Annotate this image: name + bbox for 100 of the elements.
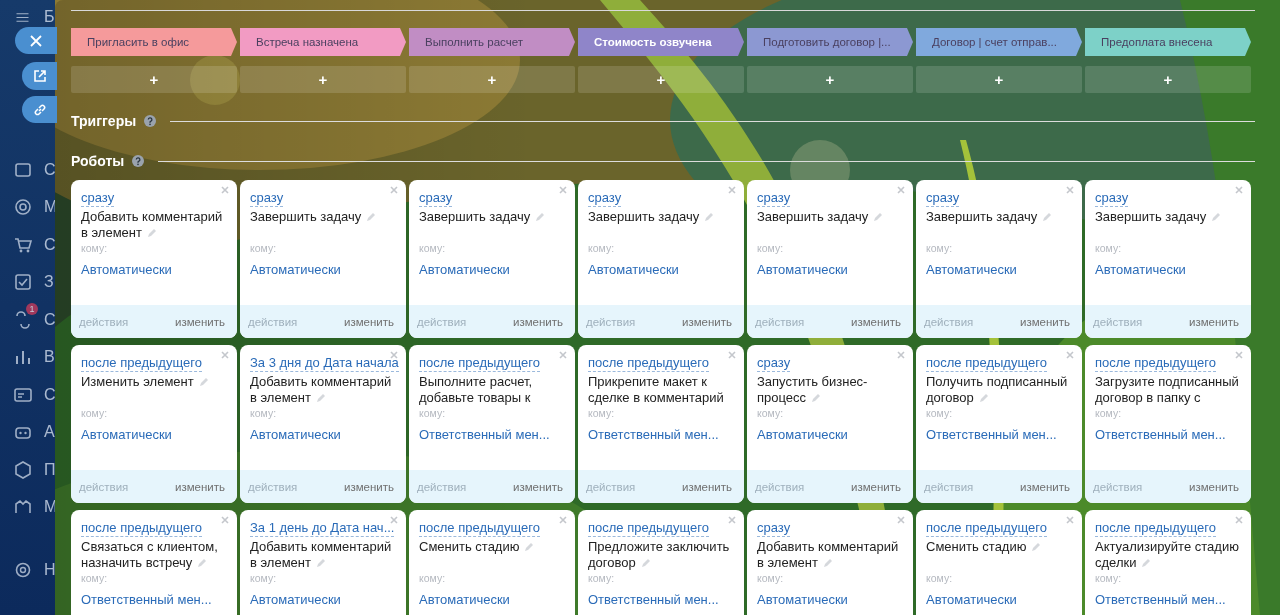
edit-link[interactable]: изменить bbox=[174, 480, 225, 493]
delay-link[interactable]: после предыдущего bbox=[81, 520, 202, 537]
copy-link-button[interactable] bbox=[22, 96, 57, 123]
help-icon[interactable] bbox=[144, 115, 157, 127]
close-button[interactable] bbox=[15, 27, 57, 54]
recipient-link[interactable]: Автоматически bbox=[250, 427, 341, 442]
delay-link[interactable]: сразу bbox=[757, 355, 791, 372]
close-icon[interactable] bbox=[1235, 351, 1243, 359]
delay-link[interactable]: после предыдущего bbox=[588, 355, 709, 372]
sidebar-label[interactable]: С bbox=[44, 310, 55, 329]
pencil-icon[interactable] bbox=[316, 393, 326, 403]
pencil-icon[interactable] bbox=[640, 558, 651, 568]
edit-link[interactable]: изменить bbox=[512, 315, 563, 328]
pencil-icon[interactable] bbox=[366, 212, 377, 222]
edit-link[interactable]: изменить bbox=[850, 480, 901, 493]
pencil-icon[interactable] bbox=[823, 558, 833, 568]
pencil-icon[interactable] bbox=[147, 228, 157, 238]
delay-link[interactable]: сразу bbox=[757, 520, 791, 537]
open-button[interactable] bbox=[22, 62, 57, 90]
checkbox-icon[interactable] bbox=[13, 272, 33, 293]
add-button[interactable]: + bbox=[1085, 66, 1251, 93]
help-icon[interactable] bbox=[132, 155, 145, 167]
recipient-link[interactable]: Автоматически bbox=[926, 592, 1017, 607]
delay-link[interactable]: сразу bbox=[757, 190, 791, 207]
recipient-link[interactable]: Автоматически bbox=[1095, 262, 1186, 277]
sidebar-label[interactable]: С bbox=[44, 235, 55, 254]
sidebar-label[interactable]: С bbox=[44, 385, 55, 404]
pencil-icon[interactable] bbox=[978, 393, 989, 403]
add-button[interactable]: + bbox=[578, 66, 744, 93]
close-icon[interactable] bbox=[390, 516, 398, 524]
delay-link[interactable]: после предыдущего bbox=[926, 355, 1047, 372]
delay-link[interactable]: За 1 день до Дата нач... bbox=[250, 520, 395, 537]
cube-icon[interactable] bbox=[13, 459, 33, 480]
close-icon[interactable] bbox=[1235, 516, 1243, 524]
stage-tab[interactable]: Выполнить расчет bbox=[409, 28, 575, 56]
sidebar-label[interactable]: Б bbox=[44, 8, 55, 26]
recipient-link[interactable]: Автоматически bbox=[419, 262, 510, 277]
delay-link[interactable]: после предыдущего bbox=[419, 520, 540, 537]
stage-tab[interactable]: Договор | счет отправ... bbox=[916, 28, 1082, 56]
recipient-link[interactable]: Автоматически bbox=[250, 592, 341, 607]
edit-link[interactable]: изменить bbox=[681, 315, 732, 328]
stage-tab[interactable]: Пригласить в офис bbox=[71, 28, 237, 56]
delay-link[interactable]: сразу bbox=[588, 190, 622, 207]
delay-link[interactable]: после предыдущего bbox=[1095, 520, 1216, 537]
pencil-icon[interactable] bbox=[535, 212, 546, 222]
close-icon[interactable] bbox=[728, 516, 736, 524]
close-icon[interactable] bbox=[1066, 351, 1074, 359]
edit-link[interactable]: изменить bbox=[1019, 480, 1070, 493]
edit-link[interactable]: изменить bbox=[512, 480, 563, 493]
pencil-icon[interactable] bbox=[873, 212, 884, 222]
add-button[interactable]: + bbox=[916, 66, 1082, 93]
recipient-link[interactable]: Автоматически bbox=[757, 592, 848, 607]
pencil-icon[interactable] bbox=[524, 542, 535, 552]
pencil-icon[interactable] bbox=[198, 377, 209, 387]
sidebar-label[interactable]: З bbox=[44, 273, 54, 292]
pencil-icon[interactable] bbox=[1031, 542, 1042, 552]
recipient-link[interactable]: Ответственный мен... bbox=[81, 592, 212, 607]
recipient-link[interactable]: Автоматически bbox=[250, 262, 341, 277]
delay-link[interactable]: За 3 дня до Дата начала bbox=[250, 355, 399, 372]
target-icon[interactable] bbox=[13, 197, 33, 218]
recipient-link[interactable]: Автоматически bbox=[757, 262, 848, 277]
add-button[interactable]: + bbox=[747, 66, 913, 93]
delay-link[interactable]: после предыдущего bbox=[588, 520, 709, 537]
sidebar-label[interactable]: С bbox=[44, 160, 55, 179]
close-icon[interactable] bbox=[559, 516, 567, 524]
recipient-link[interactable]: Автоматически bbox=[588, 262, 679, 277]
edit-link[interactable]: изменить bbox=[850, 315, 901, 328]
edit-link[interactable]: изменить bbox=[343, 480, 394, 493]
pencil-icon[interactable] bbox=[197, 558, 208, 568]
delay-link[interactable]: после предыдущего bbox=[1095, 355, 1216, 372]
recipient-link[interactable]: Автоматически bbox=[757, 427, 848, 442]
sidebar-label[interactable]: Н bbox=[44, 560, 55, 579]
edit-link[interactable]: изменить bbox=[343, 315, 394, 328]
stage-tab[interactable]: Предоплата внесена bbox=[1085, 28, 1251, 56]
close-icon[interactable] bbox=[221, 186, 229, 194]
stage-tab[interactable]: Подготовить договор |... bbox=[747, 28, 913, 56]
delay-link[interactable]: сразу bbox=[419, 190, 453, 207]
delay-link[interactable]: сразу bbox=[1095, 190, 1129, 207]
stage-tab[interactable]: Стоимость озвучена bbox=[578, 28, 744, 56]
close-icon[interactable] bbox=[390, 351, 398, 359]
recipient-link[interactable]: Ответственный мен... bbox=[419, 427, 550, 442]
recipient-link[interactable]: Ответственный мен... bbox=[1095, 427, 1226, 442]
recipient-link[interactable]: Ответственный мен... bbox=[588, 427, 719, 442]
stage-tab[interactable]: Встреча назначена bbox=[240, 28, 406, 56]
close-icon[interactable] bbox=[559, 351, 567, 359]
recipient-link[interactable]: Ответственный мен... bbox=[926, 427, 1057, 442]
close-icon[interactable] bbox=[897, 351, 905, 359]
pencil-icon[interactable] bbox=[316, 558, 326, 568]
sidebar-label[interactable]: В bbox=[44, 348, 55, 367]
recipient-link[interactable]: Автоматически bbox=[81, 262, 172, 277]
sidebar-label[interactable]: П bbox=[44, 460, 55, 479]
close-icon[interactable] bbox=[1066, 186, 1074, 194]
recipient-link[interactable]: Автоматически bbox=[926, 262, 1017, 277]
close-icon[interactable] bbox=[221, 351, 229, 359]
add-button[interactable]: + bbox=[409, 66, 575, 93]
close-icon[interactable] bbox=[897, 186, 905, 194]
close-icon[interactable] bbox=[1235, 186, 1243, 194]
recipient-link[interactable]: Ответственный мен... bbox=[588, 592, 719, 607]
pencil-icon[interactable] bbox=[1141, 558, 1152, 568]
close-icon[interactable] bbox=[728, 351, 736, 359]
